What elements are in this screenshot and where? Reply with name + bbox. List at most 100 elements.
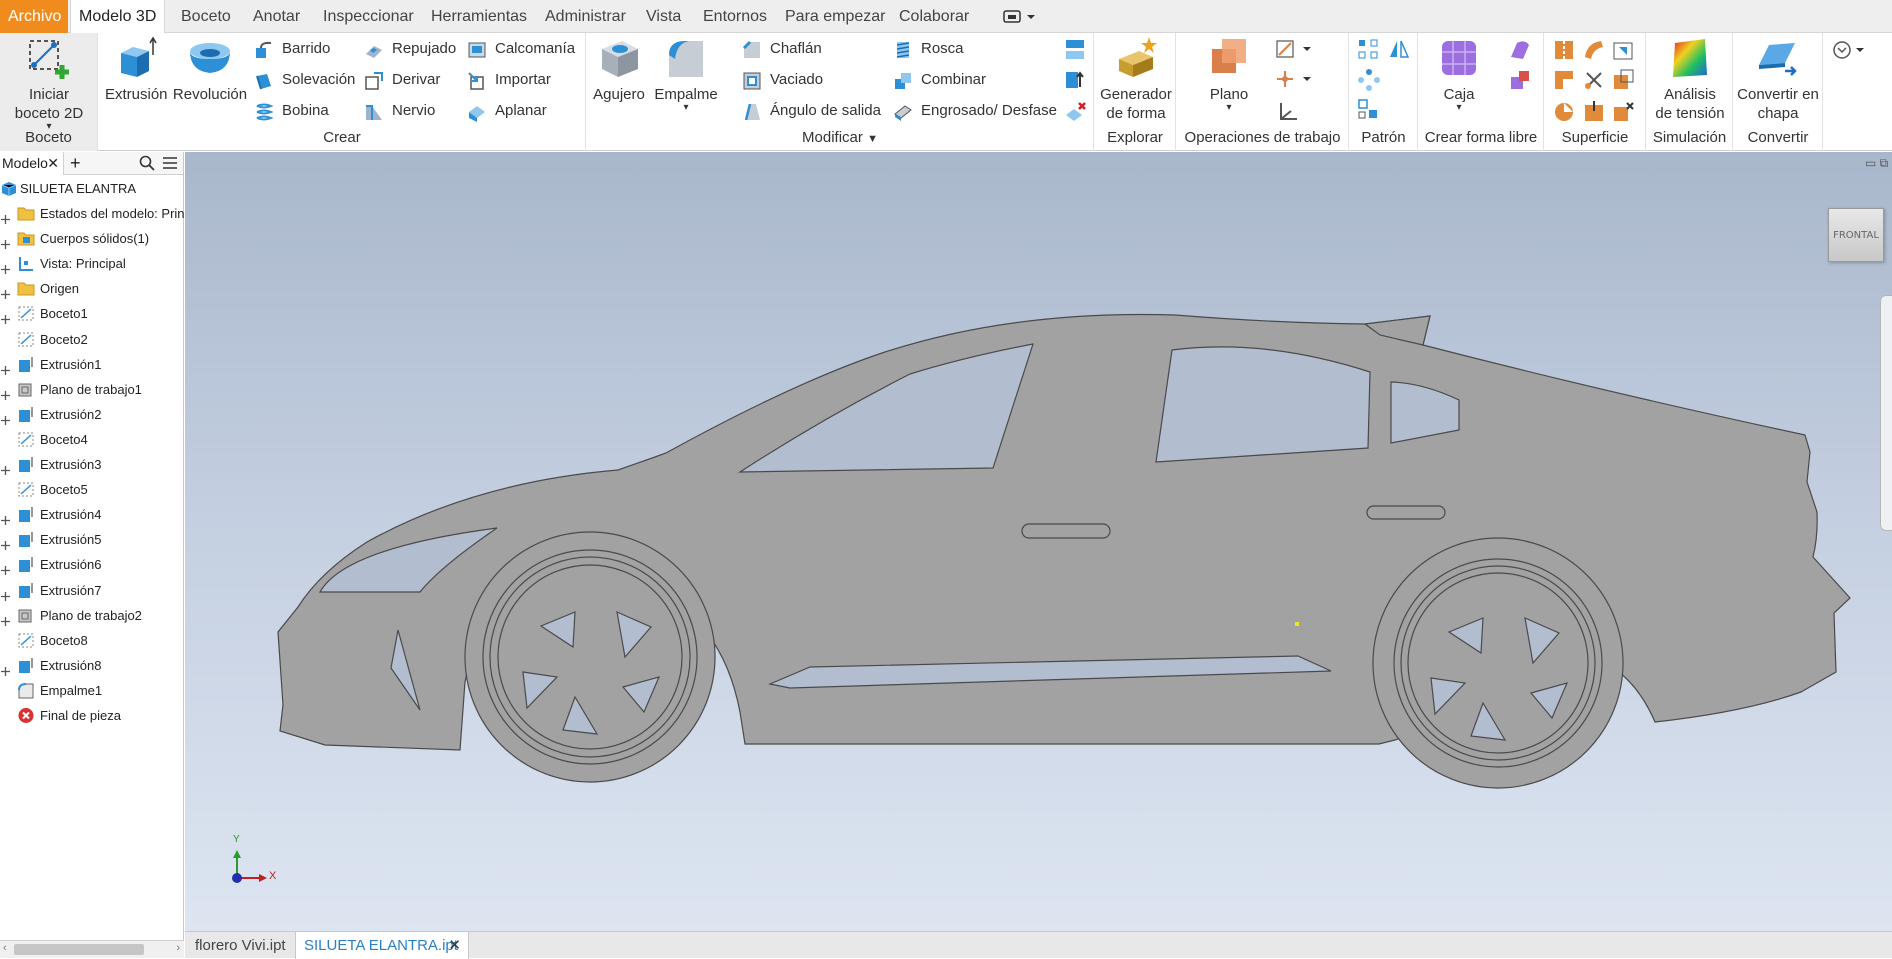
delete-face-icon[interactable] (1062, 99, 1088, 125)
tree-root[interactable]: SILUETA ELANTRA (0, 176, 184, 201)
tree-item[interactable]: Plano de trabajo2 (0, 603, 184, 628)
rectangular-pattern-icon[interactable] (1356, 37, 1382, 63)
expand-icon[interactable] (0, 509, 11, 526)
scroll-left-icon[interactable]: ‹ (3, 942, 7, 954)
combinar-button[interactable]: Combinar (893, 66, 986, 94)
search-icon[interactable] (139, 155, 155, 175)
work-point-icon[interactable] (1275, 67, 1315, 93)
barrido-button[interactable]: Barrido (254, 35, 330, 63)
tab-modelo-3d[interactable]: Modelo 3D (70, 0, 165, 34)
browser-tab-modelo[interactable]: Modelo ✕ (0, 152, 64, 175)
extend-surface-icon[interactable] (1581, 67, 1607, 93)
car-silhouette-model[interactable] (185, 152, 1892, 931)
viewport-toggle-icon[interactable]: ▭ ⧉ (1865, 156, 1888, 171)
freeform-face-icon[interactable] (1507, 37, 1533, 63)
viewcube[interactable]: FRONTAL (1828, 208, 1884, 262)
patch-icon[interactable] (1611, 37, 1637, 63)
expand-icon[interactable] (0, 534, 11, 551)
tab-para-empezar[interactable]: Para empezar (777, 0, 894, 33)
tab-inspeccionar[interactable]: Inspeccionar (315, 0, 422, 33)
close-icon[interactable]: ✕ (47, 152, 59, 175)
tree-item[interactable]: Vista: Principal (0, 251, 184, 276)
tab-anotar[interactable]: Anotar (245, 0, 308, 33)
derivar-button[interactable]: Derivar (364, 66, 440, 94)
tab-archivo[interactable]: Archivo (0, 0, 68, 33)
navigation-bar[interactable] (1880, 295, 1892, 531)
caja-button[interactable]: Caja ▾ (1429, 33, 1489, 113)
circular-pattern-icon[interactable] (1356, 67, 1382, 93)
tree-item[interactable]: Boceto5 (0, 477, 184, 502)
expand-icon[interactable] (0, 409, 11, 425)
ucs-icon[interactable] (1275, 99, 1301, 125)
ruled-surface-icon[interactable] (1551, 99, 1577, 125)
tree-item[interactable]: Extrusión2 (0, 402, 184, 427)
work-axis-icon[interactable] (1275, 37, 1315, 63)
expand-icon[interactable] (0, 559, 11, 576)
importar-button[interactable]: Importar (467, 66, 551, 94)
trim-surface-icon[interactable] (1551, 67, 1577, 93)
plano-button[interactable]: Plano ▾ (1199, 33, 1259, 113)
analisis-tension-button[interactable]: Análisis de tensión (1651, 33, 1729, 123)
graphics-viewport[interactable]: Y X FRONTAL ▭ ⧉ (185, 152, 1892, 931)
start-2d-sketch-button[interactable]: Iniciar boceto 2D ▾ (4, 33, 94, 132)
split-icon[interactable] (1062, 37, 1088, 63)
expand-icon[interactable] (0, 208, 11, 224)
close-icon[interactable]: ✕ (448, 932, 461, 959)
rear-wheel[interactable] (1372, 537, 1624, 789)
tree-item[interactable]: Estados del modelo: Principal (0, 201, 184, 226)
front-wheel[interactable] (464, 531, 716, 783)
tree-item[interactable]: Extrusión3 (0, 452, 184, 477)
document-tab-florero[interactable]: florero Vivi.ipt (187, 932, 294, 959)
engrosado-button[interactable]: Engrosado/ Desfase (893, 97, 1057, 125)
fit-mesh-face-icon[interactable] (1611, 99, 1637, 125)
tree-item[interactable]: Boceto2 (0, 327, 184, 352)
convert-to-freeform-icon[interactable] (1507, 67, 1533, 93)
convertir-chapa-button[interactable]: Convertir en chapa (1734, 33, 1822, 123)
bobina-button[interactable]: Bobina (254, 97, 329, 125)
repair-bodies-icon[interactable] (1581, 99, 1607, 125)
tab-entornos[interactable]: Entornos (695, 0, 775, 33)
tab-boceto[interactable]: Boceto (173, 0, 239, 33)
tree-item[interactable]: Boceto8 (0, 628, 184, 653)
revolucion-button[interactable]: Revolución (171, 33, 249, 104)
tree-item[interactable]: Extrusión8 (0, 653, 184, 678)
tree-item[interactable]: Extrusión7 (0, 578, 184, 603)
tree-item[interactable]: Boceto1 (0, 301, 184, 326)
direct-edit-icon[interactable] (1062, 67, 1088, 93)
document-tab-silueta-elantra[interactable]: SILUETA ELANTRA.ipt ✕ (295, 932, 469, 959)
expand-icon[interactable] (0, 585, 11, 601)
panel-options-dropdown-icon[interactable] (1003, 9, 1037, 25)
vaciado-button[interactable]: Vaciado (742, 66, 823, 94)
aplanar-button[interactable]: Aplanar (467, 97, 547, 125)
tree-item[interactable]: Extrusión5 (0, 527, 184, 552)
expand-icon[interactable] (0, 384, 11, 400)
tree-item[interactable]: Plano de trabajo1 (0, 377, 184, 402)
menu-icon[interactable] (162, 155, 178, 175)
scroll-thumb[interactable] (14, 944, 144, 955)
extrusion-button[interactable]: Extrusión (105, 33, 168, 104)
expand-icon[interactable] (0, 308, 11, 325)
browser-horizontal-scrollbar[interactable]: ‹ › (0, 940, 184, 958)
expand-icon[interactable] (0, 283, 11, 300)
tab-vista[interactable]: Vista (638, 0, 689, 33)
mirror-icon[interactable] (1386, 37, 1412, 63)
nervio-button[interactable]: Nervio (364, 97, 435, 125)
repujado-button[interactable]: Repujado (364, 35, 456, 63)
tree-item[interactable]: Final de pieza (0, 703, 184, 728)
tab-herramientas[interactable]: Herramientas (423, 0, 535, 33)
empalme-button[interactable]: Empalme ▾ (653, 33, 719, 113)
chaflan-button[interactable]: Chaflán (742, 35, 822, 63)
expand-icon[interactable] (0, 459, 11, 475)
rosca-button[interactable]: Rosca (893, 35, 964, 63)
expand-icon[interactable] (0, 359, 11, 375)
generador-forma-button[interactable]: Generador de forma (1099, 33, 1173, 123)
expand-icon[interactable] (0, 610, 11, 626)
expand-icon[interactable] (0, 660, 11, 676)
agujero-button[interactable]: Agujero (589, 33, 649, 104)
expand-icon[interactable] (0, 258, 11, 275)
sketch-pattern-icon[interactable] (1356, 97, 1382, 123)
tab-colaborar[interactable]: Colaborar (891, 0, 977, 33)
tree-item[interactable]: Origen (0, 276, 184, 301)
tree-item[interactable]: Cuerpos sólidos(1) (0, 226, 184, 251)
angulo-salida-button[interactable]: Ángulo de salida (742, 97, 881, 125)
